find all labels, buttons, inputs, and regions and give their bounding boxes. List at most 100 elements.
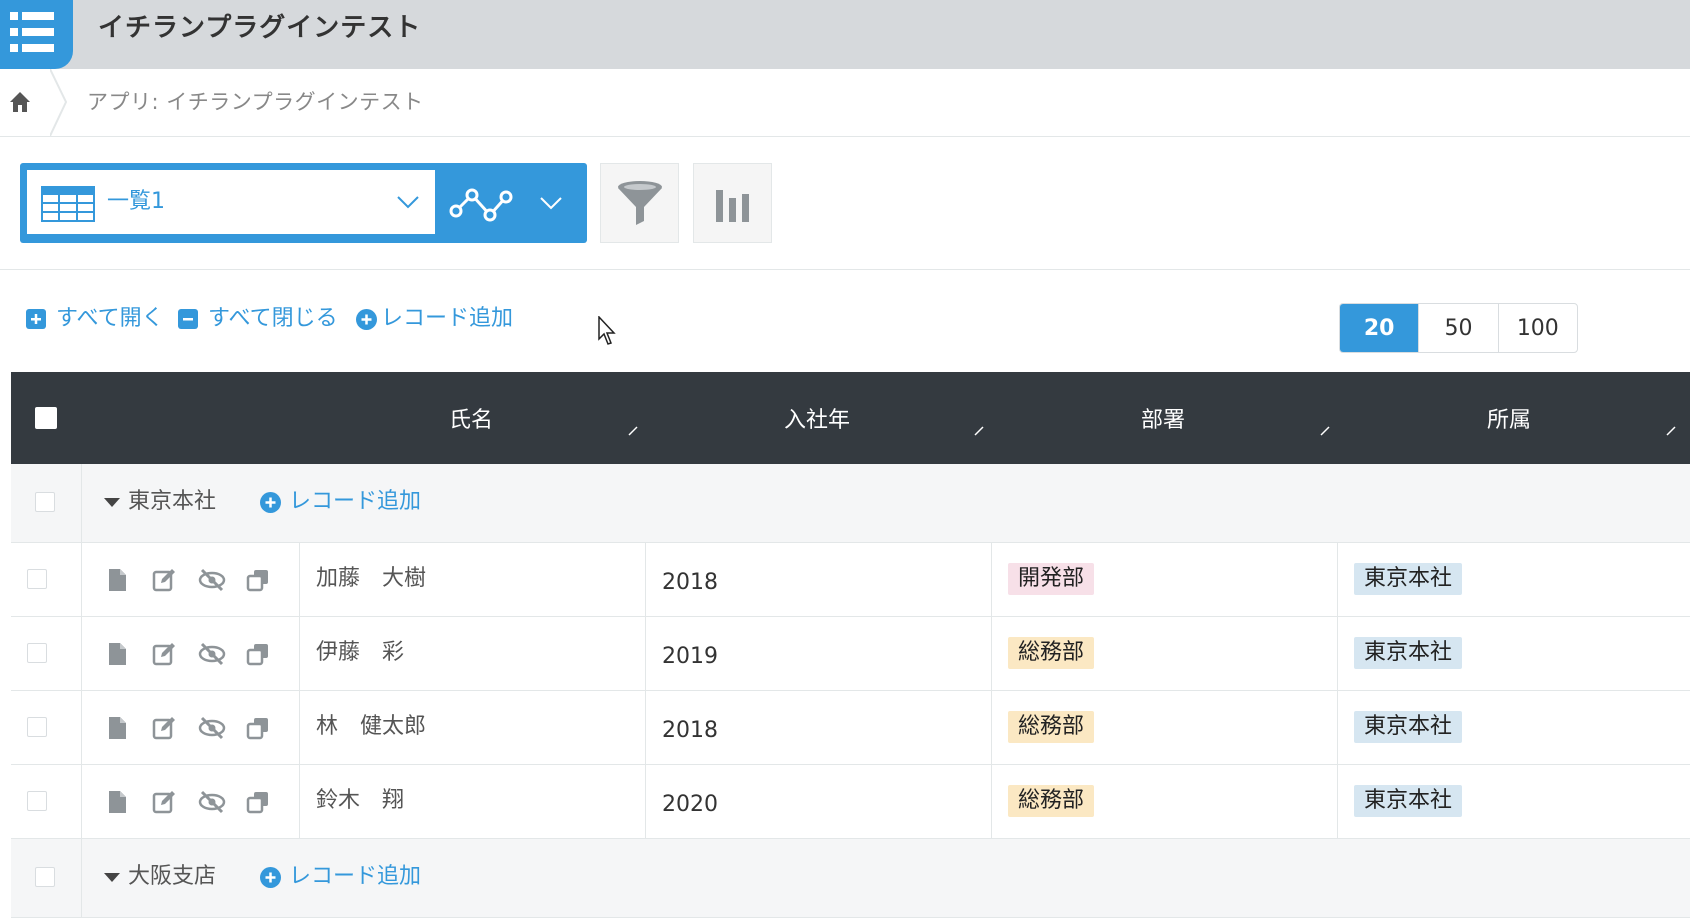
group-divider bbox=[81, 464, 82, 542]
hide-icon[interactable] bbox=[198, 715, 226, 741]
department-badge: 開発部 bbox=[1008, 563, 1095, 595]
hide-icon[interactable] bbox=[198, 567, 226, 593]
hide-icon[interactable] bbox=[198, 789, 226, 815]
view-dropdown[interactable]: 一覧1 bbox=[27, 170, 435, 234]
cell-name: 伊藤 彩 bbox=[316, 640, 405, 665]
row-actions bbox=[104, 567, 292, 593]
edit-icon[interactable] bbox=[151, 567, 177, 593]
breadcrumb-app-link[interactable]: アプリ: イチランプラグインテスト bbox=[87, 89, 424, 115]
document-icon[interactable] bbox=[104, 715, 130, 741]
row-checkbox[interactable] bbox=[27, 569, 47, 589]
department-badge: 総務部 bbox=[1008, 711, 1095, 743]
resize-handle-icon[interactable] bbox=[974, 426, 984, 436]
document-icon[interactable] bbox=[104, 789, 130, 815]
edit-icon[interactable] bbox=[151, 641, 177, 667]
app-list-icon[interactable] bbox=[0, 0, 73, 69]
group-toggle[interactable]: 大阪支店 bbox=[104, 863, 216, 891]
document-icon[interactable] bbox=[104, 567, 130, 593]
department-badge: 総務部 bbox=[1008, 785, 1095, 817]
copy-icon[interactable] bbox=[245, 789, 271, 815]
document-icon[interactable] bbox=[104, 641, 130, 667]
plus-square-icon bbox=[26, 309, 46, 329]
edit-icon[interactable] bbox=[151, 789, 177, 815]
row-checkbox[interactable] bbox=[27, 717, 47, 737]
copy-icon[interactable] bbox=[245, 567, 271, 593]
mouse-cursor-icon bbox=[598, 315, 618, 350]
group-add-record-label: レコード追加 bbox=[289, 489, 422, 514]
filter-icon bbox=[618, 181, 662, 225]
copy-icon[interactable] bbox=[245, 641, 271, 667]
add-record-link[interactable]: レコード追加 bbox=[356, 305, 513, 333]
plus-circle-icon bbox=[260, 491, 281, 513]
column-header-office[interactable]: 所属 bbox=[1336, 372, 1682, 464]
column-header-year[interactable]: 入社年 bbox=[644, 372, 990, 464]
copy-icon[interactable] bbox=[245, 715, 271, 741]
plus-circle-icon bbox=[260, 866, 281, 888]
row-checkbox[interactable] bbox=[27, 643, 47, 663]
graph-icon[interactable] bbox=[448, 185, 514, 227]
table-row: 加藤 大樹 2018 開発部 東京本社 bbox=[11, 543, 1690, 617]
column-header-office-label: 所属 bbox=[1486, 408, 1531, 433]
page-size-100[interactable]: 100 bbox=[1497, 304, 1577, 352]
office-badge: 東京本社 bbox=[1354, 563, 1463, 595]
column-header-name[interactable]: 氏名 bbox=[298, 372, 644, 464]
app-title: イチランプラグインテスト bbox=[98, 13, 422, 43]
page-size-50[interactable]: 50 bbox=[1418, 304, 1497, 352]
column-header-name-label: 氏名 bbox=[448, 408, 493, 433]
group-row: 大阪支店 レコード追加 bbox=[11, 839, 1690, 918]
group-checkbox[interactable] bbox=[35, 867, 55, 887]
expand-all-link[interactable]: すべて開く bbox=[26, 305, 164, 333]
minus-square-icon bbox=[178, 309, 198, 329]
row-actions bbox=[104, 789, 292, 815]
resize-handle-icon[interactable] bbox=[1320, 426, 1330, 436]
table-row: 鈴木 翔 2020 総務部 東京本社 bbox=[11, 765, 1690, 839]
breadcrumb: アプリ: イチランプラグインテスト bbox=[0, 69, 1690, 137]
office-badge: 東京本社 bbox=[1354, 637, 1463, 669]
plus-circle-icon bbox=[356, 308, 377, 330]
cell-year: 2018 bbox=[662, 718, 718, 743]
collapse-all-link[interactable]: すべて閉じる bbox=[178, 305, 338, 333]
hide-icon[interactable] bbox=[198, 641, 226, 667]
group-add-record-label: レコード追加 bbox=[289, 864, 422, 889]
view-selector: 一覧1 bbox=[20, 163, 587, 243]
group-toggle[interactable]: 東京本社 bbox=[104, 488, 216, 516]
filter-button[interactable] bbox=[600, 163, 679, 243]
group-row: 東京本社 レコード追加 bbox=[11, 464, 1690, 543]
row-checkbox[interactable] bbox=[27, 791, 47, 811]
group-add-record-link[interactable]: レコード追加 bbox=[260, 488, 421, 516]
collapse-all-label: すべて閉じる bbox=[208, 306, 338, 331]
chart-button[interactable] bbox=[693, 163, 772, 243]
home-icon[interactable] bbox=[9, 91, 31, 117]
expand-all-label: すべて開く bbox=[56, 306, 164, 331]
breadcrumb-separator bbox=[50, 69, 68, 136]
group-checkbox[interactable] bbox=[35, 492, 55, 512]
resize-handle-icon[interactable] bbox=[628, 426, 638, 436]
office-badge: 東京本社 bbox=[1354, 785, 1463, 817]
cell-year: 2018 bbox=[662, 570, 718, 595]
group-title: 東京本社 bbox=[128, 489, 217, 514]
group-add-record-link[interactable]: レコード追加 bbox=[260, 863, 421, 891]
table-view-icon bbox=[41, 186, 95, 226]
graph-chevron-down-icon[interactable] bbox=[540, 195, 562, 214]
resize-handle-icon[interactable] bbox=[1666, 426, 1676, 436]
cell-name: 鈴木 翔 bbox=[316, 788, 405, 813]
group-title: 大阪支店 bbox=[128, 864, 217, 889]
add-record-label: レコード追加 bbox=[381, 306, 514, 331]
group-divider bbox=[81, 839, 82, 917]
column-header-department[interactable]: 部署 bbox=[990, 372, 1336, 464]
office-badge: 東京本社 bbox=[1354, 711, 1463, 743]
toolbar: 一覧1 bbox=[0, 137, 1690, 270]
records-table: 氏名 入社年 部署 所属 東京本社 レコード追加 加藤 大樹 2018 開発部 … bbox=[11, 372, 1690, 918]
page-size-selector: 20 50 100 bbox=[1339, 303, 1578, 353]
bar-chart-icon bbox=[716, 190, 749, 222]
page-size-20[interactable]: 20 bbox=[1340, 304, 1419, 352]
caret-down-icon bbox=[104, 497, 120, 507]
app-header: イチランプラグインテスト bbox=[0, 0, 1690, 69]
cell-name: 加藤 大樹 bbox=[316, 566, 427, 591]
row-actions bbox=[104, 715, 292, 741]
table-row: 伊藤 彩 2019 総務部 東京本社 bbox=[11, 617, 1690, 691]
select-all-checkbox[interactable] bbox=[35, 407, 57, 429]
column-header-year-label: 入社年 bbox=[783, 408, 850, 433]
view-name: 一覧1 bbox=[107, 189, 165, 214]
edit-icon[interactable] bbox=[151, 715, 177, 741]
